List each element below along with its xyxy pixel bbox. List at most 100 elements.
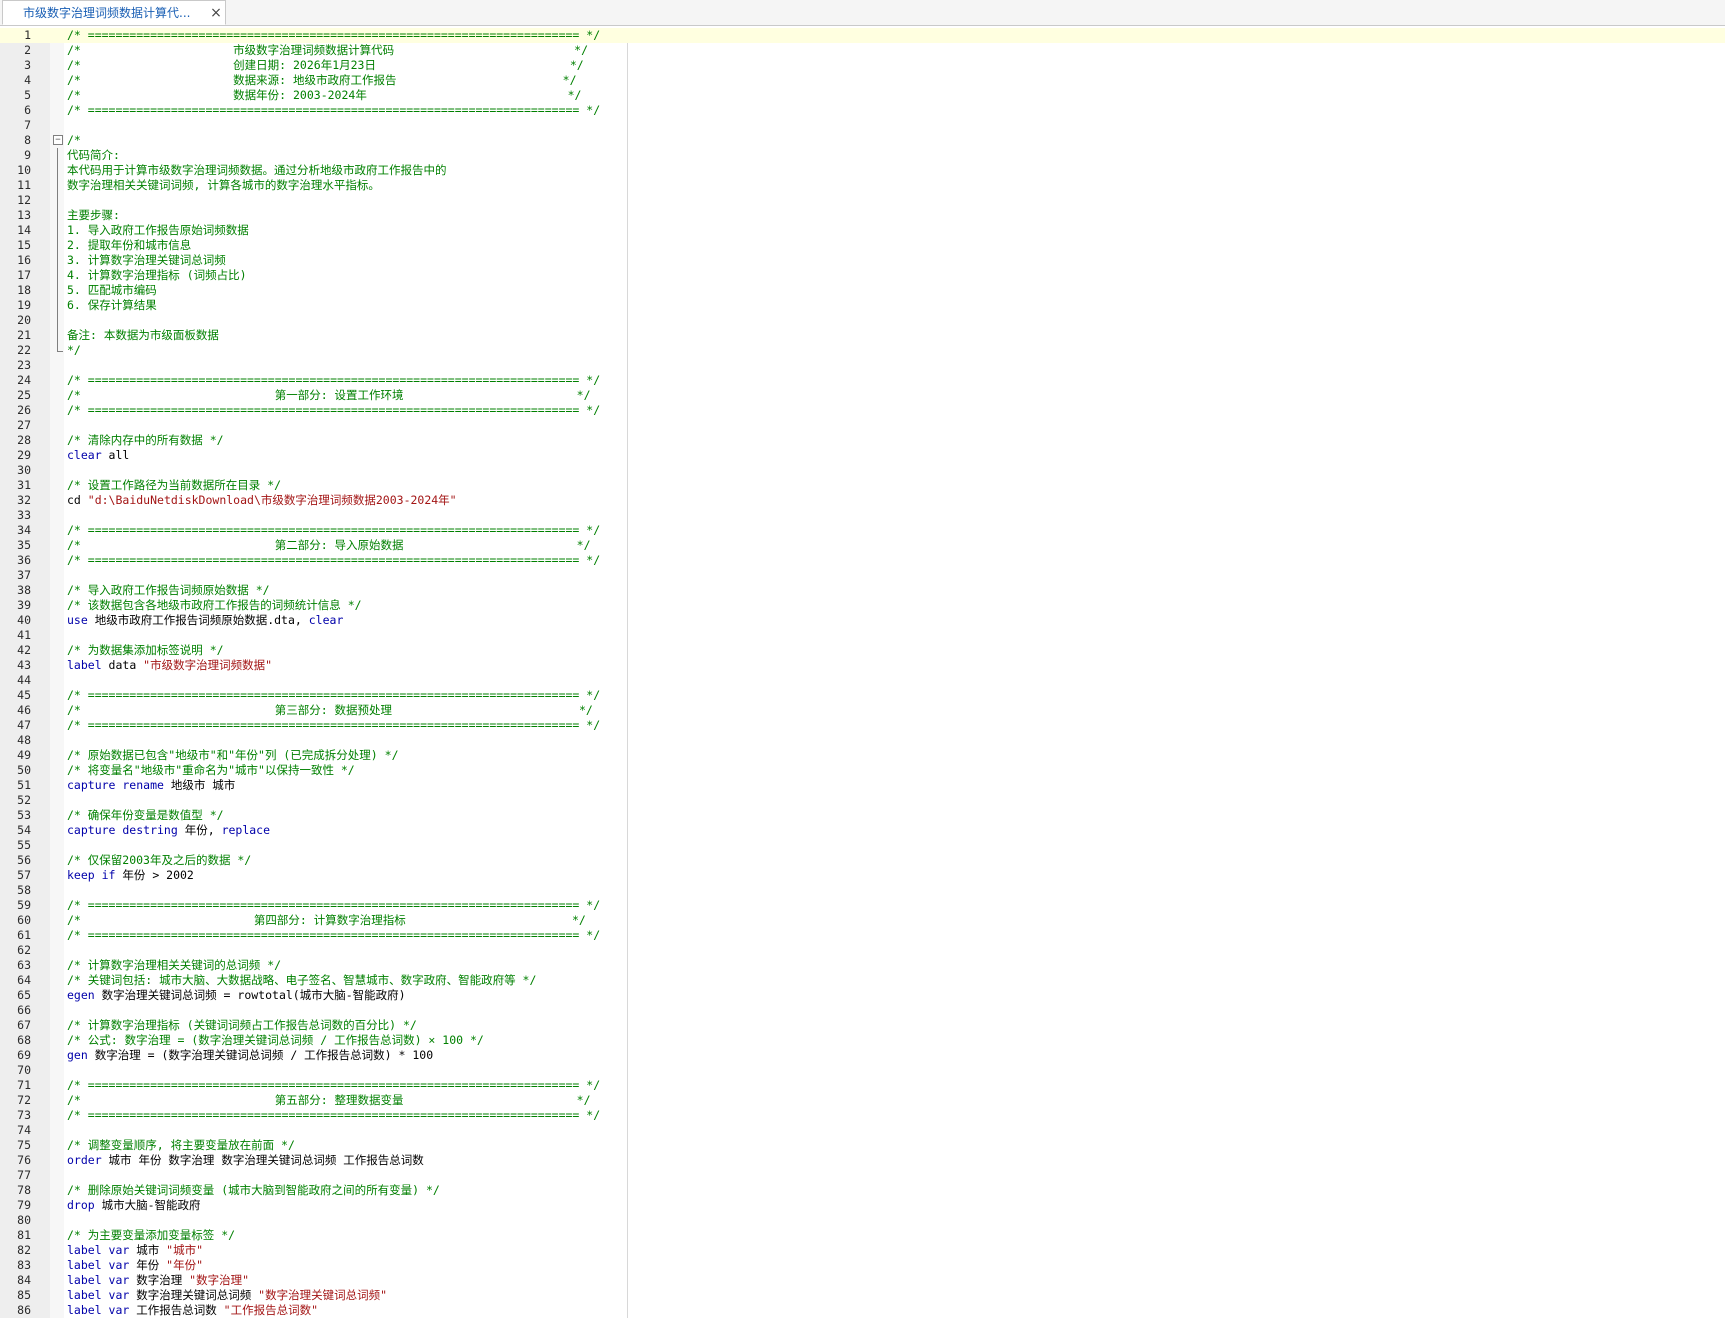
code-line[interactable]: 32 cd "d:\BaiduNetdiskDownload\市级数字治理词频数据… bbox=[0, 493, 1725, 508]
close-icon[interactable]: × bbox=[207, 5, 225, 21]
code-line[interactable]: 54 capture destring 年份, replace bbox=[0, 823, 1725, 838]
code-line[interactable]: 21 备注: 本数据为市级面板数据 bbox=[0, 328, 1725, 343]
code-line[interactable]: 65 egen 数字治理关键词总词频 = rowtotal(城市大脑-智能政府) bbox=[0, 988, 1725, 1003]
code-line[interactable]: 79 drop 城市大脑-智能政府 bbox=[0, 1198, 1725, 1213]
line-number: 85 bbox=[17, 1288, 31, 1302]
code-line[interactable]: 77 bbox=[0, 1168, 1725, 1183]
code-line[interactable]: 33 bbox=[0, 508, 1725, 523]
code-line[interactable]: 86 label var 工作报告总词数 "工作报告总词数" bbox=[0, 1303, 1725, 1318]
code-editor[interactable]: 1 /* ====================================… bbox=[0, 28, 1725, 1318]
code-line[interactable]: 69 gen 数字治理 = (数字治理关键词总词频 / 工作报告总词数) * 10… bbox=[0, 1048, 1725, 1063]
code-line[interactable]: 26 /* ===================================… bbox=[0, 403, 1725, 418]
code-line[interactable]: 51 capture rename 地级市 城市 bbox=[0, 778, 1725, 793]
code-line[interactable]: 58 bbox=[0, 883, 1725, 898]
code-line[interactable]: 25 /* 第一部分: 设置工作环境 */ bbox=[0, 388, 1725, 403]
line-number: 82 bbox=[17, 1243, 31, 1257]
code-line[interactable]: 5 /* 数据年份: 2003-2024年 */ bbox=[0, 88, 1725, 103]
code-line[interactable]: 76 order 城市 年份 数字治理 数字治理关键词总词频 工作报告总词数 bbox=[0, 1153, 1725, 1168]
code-line[interactable]: 72 /* 第五部分: 整理数据变量 */ bbox=[0, 1093, 1725, 1108]
code-line[interactable]: 37 bbox=[0, 568, 1725, 583]
code-line[interactable]: 16 3. 计算数字治理关键词总词频 bbox=[0, 253, 1725, 268]
code-line[interactable]: 56 /* 仅保留2003年及之后的数据 */ bbox=[0, 853, 1725, 868]
code-line[interactable]: 45 /* ===================================… bbox=[0, 688, 1725, 703]
code-line[interactable]: 39 /* 该数据包含各地级市政府工作报告的词频统计信息 */ bbox=[0, 598, 1725, 613]
code-line[interactable]: 29 clear all bbox=[0, 448, 1725, 463]
code-line[interactable]: 81 /* 为主要变量添加变量标签 */ bbox=[0, 1228, 1725, 1243]
code-line[interactable]: 74 bbox=[0, 1123, 1725, 1138]
code-line[interactable]: 23 bbox=[0, 358, 1725, 373]
code-line[interactable]: 47 /* ===================================… bbox=[0, 718, 1725, 733]
line-number: 21 bbox=[17, 328, 31, 342]
code-line[interactable]: 40 use 地级市政府工作报告词频原始数据.dta, clear bbox=[0, 613, 1725, 628]
code-line[interactable]: 63 /* 计算数字治理相关关键词的总词频 */ bbox=[0, 958, 1725, 973]
code-line[interactable]: 22 */ bbox=[0, 343, 1725, 358]
code-line[interactable]: 67 /* 计算数字治理指标 (关键词词频占工作报告总词数的百分比) */ bbox=[0, 1018, 1725, 1033]
code-line[interactable]: 73 /* ===================================… bbox=[0, 1108, 1725, 1123]
code-line[interactable]: 84 label var 数字治理 "数字治理" bbox=[0, 1273, 1725, 1288]
file-tab[interactable]: 市级数字治理词频数据计算代... × bbox=[2, 0, 226, 25]
code-line[interactable]: 1 /* ====================================… bbox=[0, 28, 1725, 43]
line-code: 5. 匹配城市编码 bbox=[67, 283, 157, 298]
code-line[interactable]: 9 代码简介: bbox=[0, 148, 1725, 163]
code-line[interactable]: 8 /* − bbox=[0, 133, 1725, 148]
code-line[interactable]: 7 bbox=[0, 118, 1725, 133]
code-line[interactable]: 50 /* 将变量名"地级市"重命名为"城市"以保持一致性 */ bbox=[0, 763, 1725, 778]
code-line[interactable]: 38 /* 导入政府工作报告词频原始数据 */ bbox=[0, 583, 1725, 598]
code-line[interactable]: 41 bbox=[0, 628, 1725, 643]
code-line[interactable]: 59 /* ===================================… bbox=[0, 898, 1725, 913]
line-code: /* 第四部分: 计算数字治理指标 */ bbox=[67, 913, 586, 928]
code-line[interactable]: 17 4. 计算数字治理指标 (词频占比) bbox=[0, 268, 1725, 283]
code-line[interactable]: 71 /* ===================================… bbox=[0, 1078, 1725, 1093]
code-line[interactable]: 64 /* 关键词包括: 城市大脑、大数据战略、电子签名、智慧城市、数字政府、智能… bbox=[0, 973, 1725, 988]
fold-toggle-icon[interactable]: − bbox=[53, 135, 63, 145]
line-number: 7 bbox=[24, 118, 31, 132]
code-line[interactable]: 46 /* 第三部分: 数据预处理 */ bbox=[0, 703, 1725, 718]
code-line[interactable]: 4 /* 数据来源: 地级市政府工作报告 */ bbox=[0, 73, 1725, 88]
code-line[interactable]: 14 1. 导入政府工作报告原始词频数据 bbox=[0, 223, 1725, 238]
code-line[interactable]: 68 /* 公式: 数字治理 = (数字治理关键词总词频 / 工作报告总词数) ×… bbox=[0, 1033, 1725, 1048]
code-line[interactable]: 10 本代码用于计算市级数字治理词频数据。通过分析地级市政府工作报告中的 bbox=[0, 163, 1725, 178]
code-comment: /* 计算数字治理指标 (关键词词频占工作报告总词数的百分比) */ bbox=[67, 1018, 417, 1032]
code-line[interactable]: 15 2. 提取年份和城市信息 bbox=[0, 238, 1725, 253]
code-line[interactable]: 55 bbox=[0, 838, 1725, 853]
code-line[interactable]: 49 /* 原始数据已包含"地级市"和"年份"列 (已完成拆分处理) */ bbox=[0, 748, 1725, 763]
line-number: 76 bbox=[17, 1153, 31, 1167]
code-line[interactable]: 12 bbox=[0, 193, 1725, 208]
code-line[interactable]: 24 /* ===================================… bbox=[0, 373, 1725, 388]
code-line[interactable]: 3 /* 创建日期: 2026年1月23日 */ bbox=[0, 58, 1725, 73]
code-line[interactable]: 28 /* 清除内存中的所有数据 */ bbox=[0, 433, 1725, 448]
code-line[interactable]: 43 label data "市级数字治理词频数据" bbox=[0, 658, 1725, 673]
code-line[interactable]: 53 /* 确保年份变量是数值型 */ bbox=[0, 808, 1725, 823]
code-line[interactable]: 34 /* ===================================… bbox=[0, 523, 1725, 538]
code-line[interactable]: 52 bbox=[0, 793, 1725, 808]
code-line[interactable]: 30 bbox=[0, 463, 1725, 478]
code-line[interactable]: 20 bbox=[0, 313, 1725, 328]
code-line[interactable]: 6 /* ====================================… bbox=[0, 103, 1725, 118]
code-line[interactable]: 57 keep if 年份 > 2002 bbox=[0, 868, 1725, 883]
code-line[interactable]: 66 bbox=[0, 1003, 1725, 1018]
code-line[interactable]: 85 label var 数字治理关键词总词频 "数字治理关键词总词频" bbox=[0, 1288, 1725, 1303]
code-line[interactable]: 35 /* 第二部分: 导入原始数据 */ bbox=[0, 538, 1725, 553]
code-line[interactable]: 44 bbox=[0, 673, 1725, 688]
code-line[interactable]: 78 /* 删除原始关键词词频变量 (城市大脑到智能政府之间的所有变量) */ bbox=[0, 1183, 1725, 1198]
code-line[interactable]: 42 /* 为数据集添加标签说明 */ bbox=[0, 643, 1725, 658]
code-line[interactable]: 36 /* ===================================… bbox=[0, 553, 1725, 568]
code-line[interactable]: 48 bbox=[0, 733, 1725, 748]
code-line[interactable]: 70 bbox=[0, 1063, 1725, 1078]
code-line[interactable]: 19 6. 保存计算结果 bbox=[0, 298, 1725, 313]
code-line[interactable]: 27 bbox=[0, 418, 1725, 433]
code-comment: /* 数据年份: 2003-2024年 */ bbox=[67, 88, 582, 102]
code-line[interactable]: 75 /* 调整变量顺序, 将主要变量放在前面 */ bbox=[0, 1138, 1725, 1153]
code-line[interactable]: 60 /* 第四部分: 计算数字治理指标 */ bbox=[0, 913, 1725, 928]
code-line[interactable]: 82 label var 城市 "城市" bbox=[0, 1243, 1725, 1258]
code-line[interactable]: 2 /* 市级数字治理词频数据计算代码 */ bbox=[0, 43, 1725, 58]
code-text: 数字治理关键词总词频 = rowtotal(城市大脑-智能政府) bbox=[94, 988, 406, 1002]
code-line[interactable]: 11 数字治理相关关键词词频, 计算各城市的数字治理水平指标。 bbox=[0, 178, 1725, 193]
code-line[interactable]: 18 5. 匹配城市编码 bbox=[0, 283, 1725, 298]
code-line[interactable]: 31 /* 设置工作路径为当前数据所在目录 */ bbox=[0, 478, 1725, 493]
code-line[interactable]: 80 bbox=[0, 1213, 1725, 1228]
code-line[interactable]: 61 /* ===================================… bbox=[0, 928, 1725, 943]
code-line[interactable]: 83 label var 年份 "年份" bbox=[0, 1258, 1725, 1273]
code-line[interactable]: 13 主要步骤: bbox=[0, 208, 1725, 223]
code-line[interactable]: 62 bbox=[0, 943, 1725, 958]
